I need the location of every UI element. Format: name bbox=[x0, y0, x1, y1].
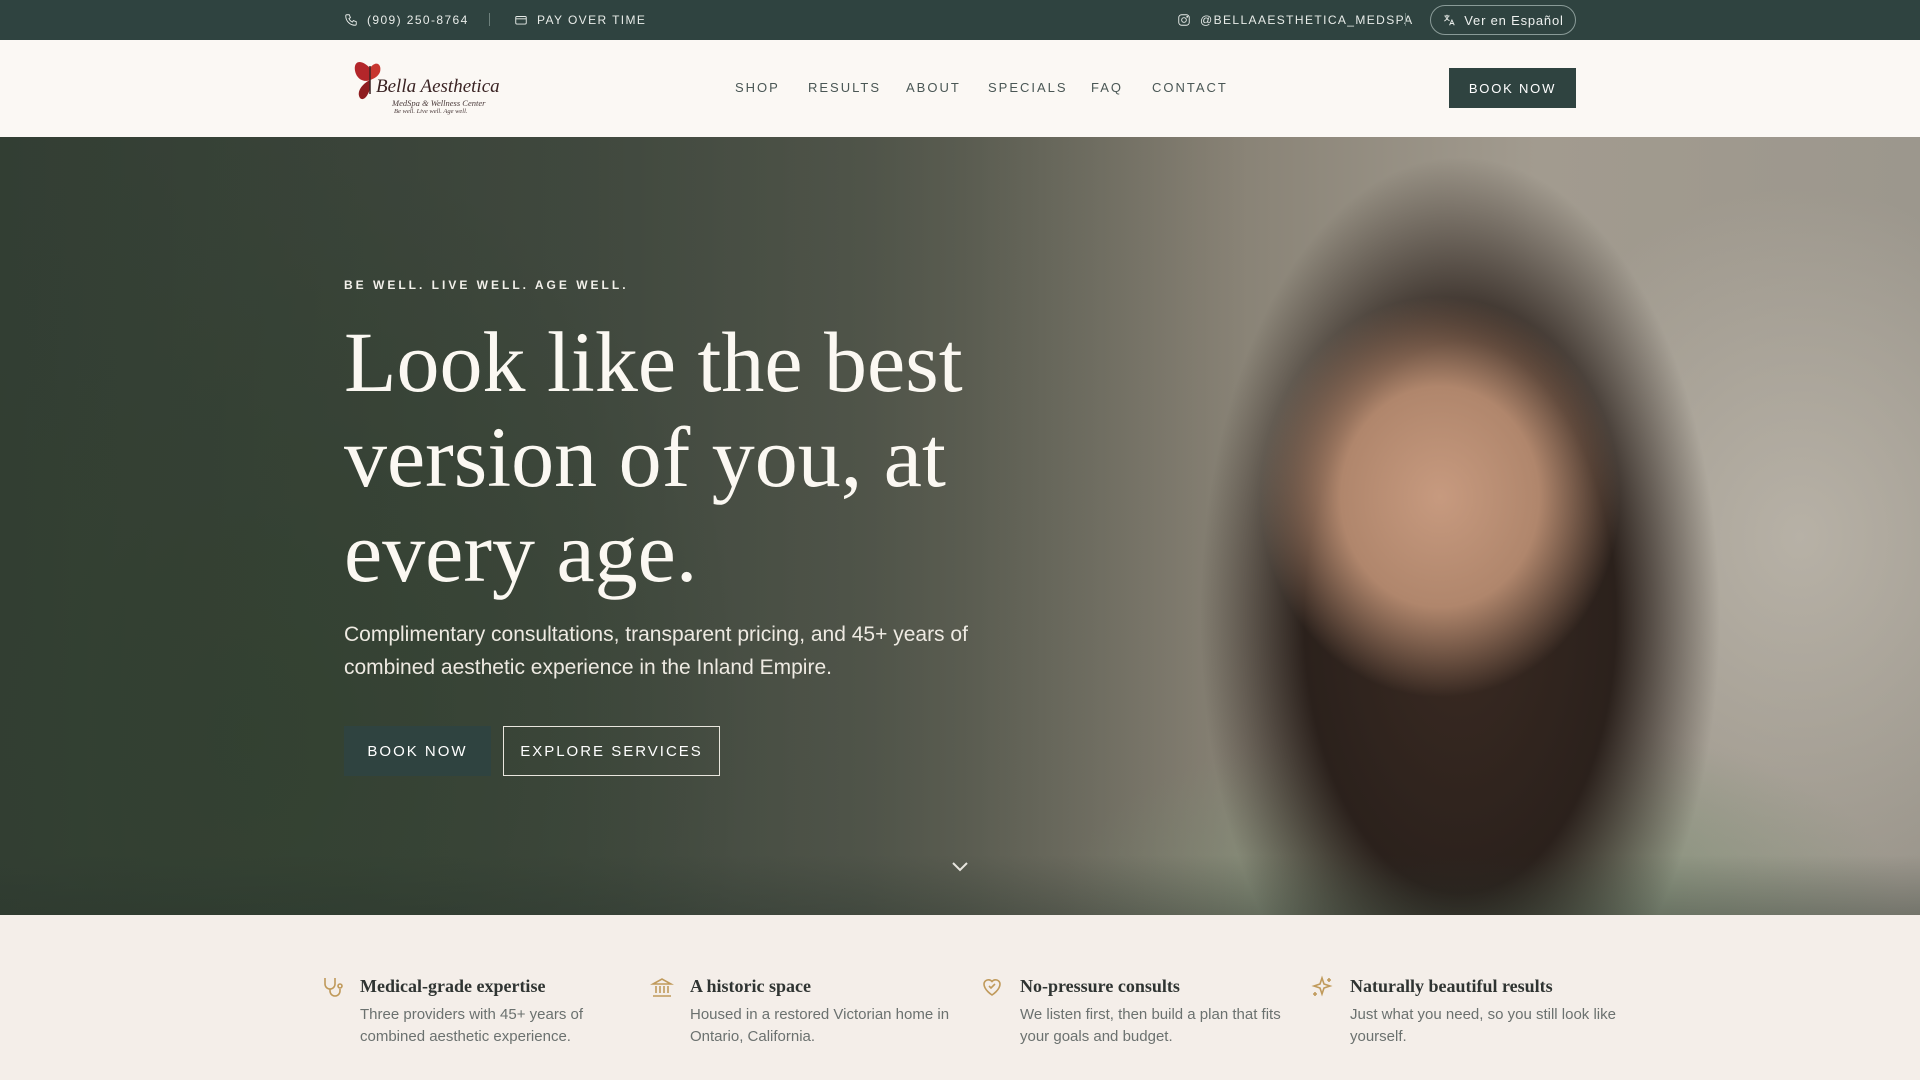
hero-subcopy: Complimentary consultations, transparent… bbox=[344, 623, 968, 679]
scroll-down-button[interactable] bbox=[950, 859, 970, 873]
hero-section: BE WELL. LIVE WELL. AGE WELL. Look like … bbox=[0, 137, 1920, 915]
sparkle-icon bbox=[1310, 975, 1334, 999]
nav-item-contact[interactable]: CONTACT bbox=[1152, 80, 1228, 95]
book-now-button[interactable]: BOOK NOW bbox=[1449, 68, 1576, 108]
instagram-handle: @BELLAAESTHETICA_MEDSPA bbox=[1200, 13, 1414, 27]
translate-icon bbox=[1444, 14, 1455, 26]
explore-services-button[interactable]: EXPLORE SERVICES bbox=[503, 726, 720, 776]
phone-link[interactable]: (909) 250-8764 bbox=[344, 0, 469, 40]
nav-item-about[interactable]: ABOUT bbox=[906, 80, 961, 95]
features-strip: Medical-grade expertise Three providers … bbox=[0, 915, 1920, 1080]
hero-headline: Look like the best version of you, at ev… bbox=[344, 314, 963, 600]
main-navigation: Bella Aesthetica MedSpa & Wellness Cente… bbox=[0, 40, 1920, 137]
instagram-link[interactable]: @BELLAAESTHETICA_MEDSPA bbox=[1177, 0, 1414, 40]
building-columns-icon bbox=[649, 975, 675, 999]
feature-text: Three providers with 45+ years of combin… bbox=[360, 1006, 584, 1045]
logo[interactable]: Bella Aesthetica MedSpa & Wellness Cente… bbox=[350, 54, 500, 120]
nav-item-faq[interactable]: FAQ bbox=[1091, 80, 1123, 95]
phone-icon bbox=[345, 14, 357, 26]
pay-over-time-label: PAY OVER TIME bbox=[537, 13, 647, 27]
nav-item-specials[interactable]: SPECIALS bbox=[988, 80, 1068, 95]
logo-subtitle: MedSpa & Wellness Center bbox=[392, 98, 486, 108]
language-toggle-button[interactable]: Ver en Español bbox=[1430, 5, 1576, 35]
language-toggle-label: Ver en Español bbox=[1464, 12, 1564, 28]
feature-text: Housed in a restored Victorian home in O… bbox=[690, 1006, 950, 1045]
stethoscope-icon bbox=[320, 975, 344, 999]
nav-item-shop[interactable]: SHOP bbox=[735, 80, 780, 95]
hero-eyebrow: BE WELL. LIVE WELL. AGE WELL. bbox=[344, 278, 629, 292]
hero-book-now-button[interactable]: BOOK NOW bbox=[344, 726, 491, 776]
instagram-icon bbox=[1178, 14, 1190, 26]
pay-over-time-link[interactable]: PAY OVER TIME bbox=[514, 0, 646, 40]
divider bbox=[489, 13, 490, 26]
feature-text: We listen first, then build a plan that … bbox=[1020, 1006, 1281, 1045]
feature-text: Just what you need, so you still look li… bbox=[1350, 1006, 1616, 1045]
feature-title: No-pressure consults bbox=[1020, 976, 1180, 996]
credit-card-icon bbox=[515, 16, 527, 25]
logo-tagline: Be well. Live well. Age well. bbox=[394, 108, 468, 115]
chevron-down-icon bbox=[952, 862, 968, 872]
utility-bar: (909) 250-8764 PAY OVER TIME @BELLAAESTH… bbox=[0, 0, 1920, 40]
logo-name: Bella Aesthetica bbox=[376, 76, 500, 97]
feature-title: Medical-grade expertise bbox=[360, 976, 546, 996]
divider bbox=[1405, 13, 1406, 26]
nav-item-results[interactable]: RESULTS bbox=[808, 80, 881, 95]
feature-title: A historic space bbox=[690, 976, 811, 996]
heart-handshake-icon bbox=[980, 975, 1004, 999]
feature-title: Naturally beautiful results bbox=[1350, 976, 1553, 996]
phone-number: (909) 250-8764 bbox=[367, 13, 469, 27]
